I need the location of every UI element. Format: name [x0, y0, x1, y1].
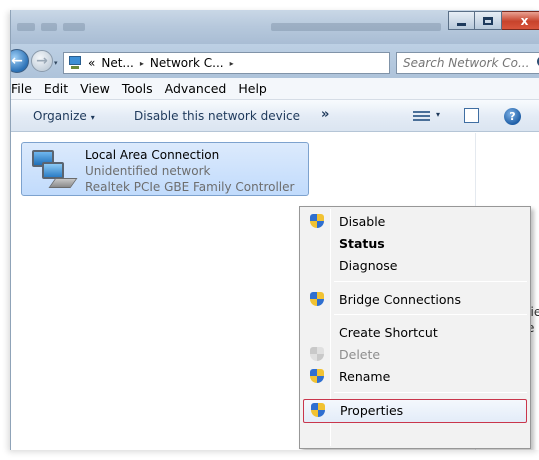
menu-view[interactable]: View	[80, 81, 117, 96]
title-bar-faded-content	[17, 16, 477, 31]
maximize-icon	[483, 16, 493, 25]
organize-dropdown-icon: ▾	[90, 113, 95, 122]
local-area-connection-item[interactable]: Local Area Connection Unidentified netwo…	[21, 142, 309, 196]
disable-device-button[interactable]: Disable this network device	[134, 109, 300, 123]
breadcrumb-network[interactable]: Net...	[101, 56, 134, 70]
organize-button[interactable]: Organize ▾	[33, 109, 95, 123]
uac-shield-icon	[311, 403, 326, 419]
adapter-details: Local Area Connection Unidentified netwo…	[85, 147, 294, 195]
forward-arrow-icon: →	[36, 53, 48, 69]
recent-pages-dropdown[interactable]: ▾	[54, 59, 58, 67]
menu-help[interactable]: Help	[238, 81, 274, 96]
menu-item-diagnose[interactable]: Diagnose	[303, 255, 527, 277]
menu-item-label: Disable	[339, 214, 386, 229]
menu-item-create-shortcut[interactable]: Create Shortcut	[303, 322, 527, 344]
maximize-button[interactable]	[475, 11, 502, 30]
address-bar[interactable]: « Net... ▸ Network C... ▸ ▾ ↻	[63, 52, 436, 74]
breadcrumb-separator-icon[interactable]: ▸	[230, 59, 234, 68]
uac-shield-icon	[310, 292, 325, 308]
adapter-status: Unidentified network	[85, 164, 211, 178]
breadcrumb-overflow[interactable]: «	[88, 56, 95, 70]
menu-separator	[334, 281, 527, 282]
menu-tools[interactable]: Tools	[122, 81, 160, 96]
menu-bar: File Edit View Tools Advanced Help	[11, 78, 539, 100]
more-commands-button[interactable]: »	[321, 107, 329, 122]
uac-shield-icon	[310, 369, 325, 385]
address-row: ← → ▾ « Net... ▸ Network C... ▸ ▾ ↻	[11, 44, 539, 78]
minimize-button[interactable]	[448, 11, 475, 30]
close-button[interactable]: x	[502, 11, 539, 30]
organize-label: Organize	[33, 109, 87, 123]
menu-item-label: Diagnose	[339, 258, 398, 273]
menu-separator	[334, 392, 527, 393]
menu-item-label: Bridge Connections	[339, 292, 461, 307]
menu-item-rename[interactable]: Rename	[303, 366, 527, 388]
menu-item-bridge-connections[interactable]: Bridge Connections	[303, 289, 527, 311]
context-menu: Disable Status Diagnose Bridge Connectio…	[299, 206, 531, 449]
close-icon: x	[520, 13, 529, 28]
menu-file[interactable]: File	[11, 81, 39, 96]
command-bar: Organize ▾ Disable this network device » …	[11, 100, 539, 132]
menu-item-label: Create Shortcut	[339, 325, 438, 340]
change-view-icon[interactable]	[413, 109, 430, 123]
search-input[interactable]	[403, 56, 539, 70]
adapter-device: Realtek PCIe GBE Family Controller	[85, 180, 295, 194]
adapter-name: Local Area Connection	[85, 148, 220, 162]
menu-separator	[334, 314, 527, 315]
uac-shield-icon	[310, 347, 325, 363]
title-bar[interactable]: x	[11, 10, 539, 44]
menu-item-label: Properties	[340, 403, 404, 418]
caption-buttons: x	[448, 11, 539, 30]
breadcrumb-network-connections[interactable]: Network C...	[150, 56, 224, 70]
menu-item-label: Delete	[339, 347, 381, 362]
search-box[interactable]	[396, 52, 539, 74]
network-connections-window: x ← → ▾ « Net... ▸ Network C... ▸ ▾ ↻ Fi…	[10, 10, 539, 450]
forward-button[interactable]: →	[31, 50, 53, 72]
back-button[interactable]: ←	[11, 49, 29, 73]
menu-item-disable[interactable]: Disable	[303, 211, 527, 233]
menu-item-properties[interactable]: Properties	[303, 399, 527, 423]
menu-edit[interactable]: Edit	[44, 81, 75, 96]
menu-item-label: Rename	[339, 369, 391, 384]
uac-shield-icon	[310, 214, 325, 230]
network-adapter-icon	[30, 148, 78, 192]
minimize-icon	[457, 22, 466, 26]
breadcrumb-separator-icon[interactable]: ▸	[140, 59, 144, 68]
menu-item-label: Status	[339, 236, 385, 251]
network-connections-icon	[67, 55, 83, 71]
menu-item-status[interactable]: Status	[303, 233, 527, 255]
menu-item-delete: Delete	[303, 344, 527, 366]
back-arrow-icon: ←	[11, 53, 23, 69]
menu-advanced[interactable]: Advanced	[165, 81, 234, 96]
preview-pane-button[interactable]	[464, 108, 479, 123]
view-options-dropdown[interactable]: ▾	[436, 110, 440, 119]
help-icon[interactable]: ?	[504, 108, 521, 125]
